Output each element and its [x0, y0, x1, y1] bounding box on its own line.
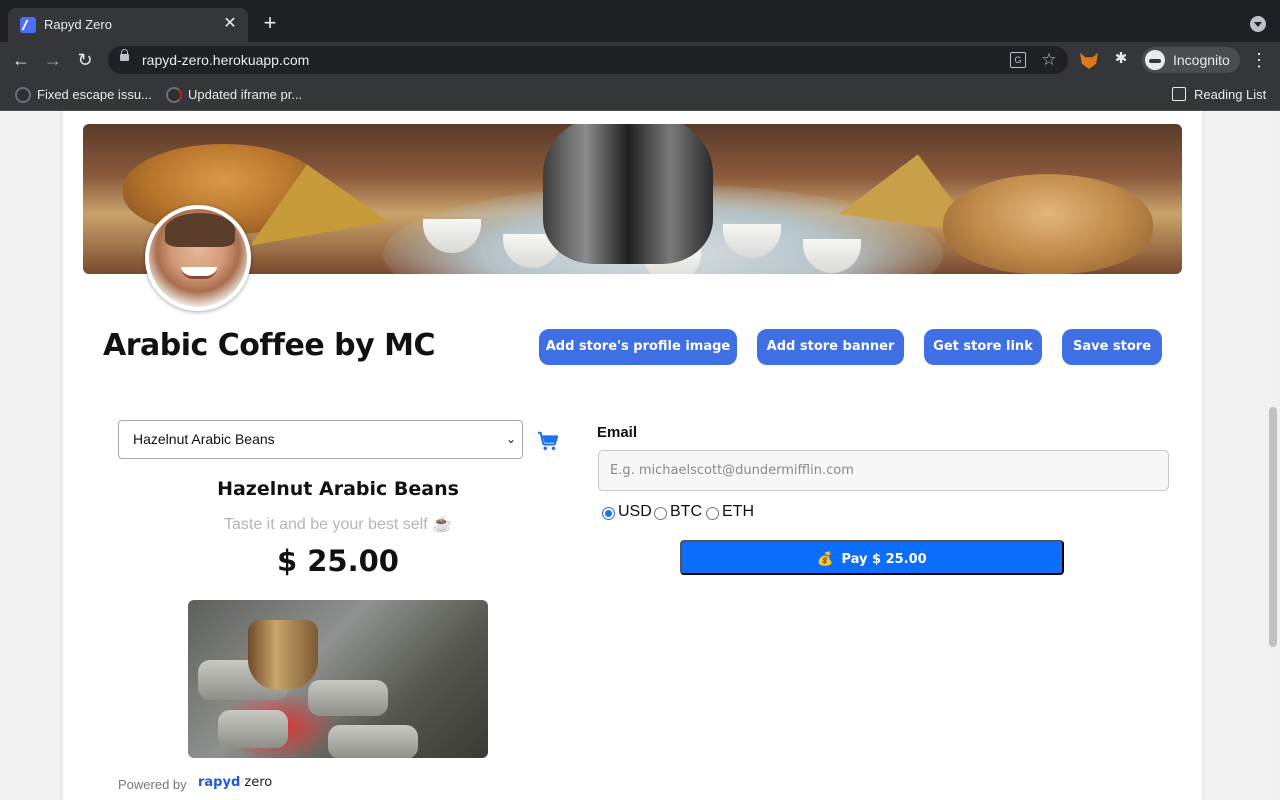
reload-icon[interactable]: ↻ [73, 48, 97, 72]
save-store-button[interactable]: Save store [1062, 329, 1162, 365]
scrollbar-thumb[interactable] [1269, 407, 1277, 647]
banner-nut-bowl [943, 174, 1153, 274]
incognito-label: Incognito [1173, 52, 1230, 68]
logo-product: zero [244, 775, 273, 790]
bookmarks-bar: Fixed escape issu... Updated iframe pr..… [0, 78, 1280, 111]
browser-tab-active[interactable]: Rapyd Zero ✕ [8, 8, 248, 42]
lock-icon[interactable] [120, 49, 129, 61]
product-image-cezve [248, 620, 318, 690]
reading-list-label: Reading List [1194, 87, 1267, 102]
store-profile-avatar [145, 205, 251, 311]
product-price: $ 25.00 [276, 544, 399, 578]
avatar-smile [181, 267, 217, 279]
currency-label: ETH [722, 503, 754, 520]
incognito-profile-button[interactable]: Incognito [1142, 47, 1240, 73]
incognito-icon [1145, 50, 1165, 70]
add-banner-button[interactable]: Add store banner [757, 329, 904, 365]
money-bag-icon: 💰 [817, 552, 834, 567]
github-favicon-icon [166, 87, 182, 103]
bookmark-item[interactable]: Updated iframe pr... [166, 86, 306, 104]
store-card: Arabic Coffee by MC Add store's profile … [63, 111, 1202, 800]
currency-label: BTC [670, 503, 702, 520]
pay-button[interactable]: 💰 Pay $ 25.00 [680, 540, 1064, 575]
product-tagline: Taste it and be your best self ☕ [223, 516, 453, 533]
powered-by: Powered by rapyd zero [118, 775, 272, 792]
product-select[interactable]: Hazelnut Arabic Beans ⌄ [118, 420, 523, 459]
translate-icon[interactable]: G [1010, 52, 1026, 68]
page-scrollbar[interactable] [1266, 111, 1280, 800]
shopping-cart-icon[interactable] [537, 430, 559, 452]
add-profile-image-button[interactable]: Add store's profile image [539, 329, 737, 365]
forward-arrow-icon[interactable]: → [41, 48, 65, 72]
bookmark-item[interactable]: Fixed escape issu... [15, 86, 155, 104]
product-name: Hazelnut Arabic Beans [217, 478, 459, 500]
rapyd-zero-logo[interactable]: rapyd zero [198, 775, 272, 790]
powered-by-label: Powered by [118, 777, 187, 792]
radio-button[interactable] [602, 507, 615, 520]
pay-button-label: Pay $ 25.00 [841, 552, 927, 567]
product-select-value: Hazelnut Arabic Beans [133, 431, 275, 447]
star-icon[interactable]: ☆ [1040, 51, 1058, 69]
address-bar[interactable]: rapyd-zero.herokuapp.com G ☆ [108, 46, 1068, 74]
currency-label: USD [618, 503, 652, 520]
get-store-link-button[interactable]: Get store link [924, 329, 1042, 365]
rapyd-favicon-icon [20, 17, 36, 33]
bookmark-label: Fixed escape issu... [37, 87, 152, 102]
banner-coffee-pot [543, 124, 713, 264]
github-favicon-icon [15, 87, 31, 103]
reading-list-icon [1172, 87, 1186, 101]
browser-tab-strip: Rapyd Zero ✕ + [0, 0, 1280, 42]
new-tab-button[interactable]: + [260, 12, 280, 34]
product-image [188, 600, 488, 758]
tab-title: Rapyd Zero [44, 17, 112, 32]
product-image-coal [218, 710, 288, 748]
product-image-coal [308, 680, 388, 716]
url-text[interactable]: rapyd-zero.herokuapp.com [142, 52, 309, 68]
tab-close-icon[interactable]: ✕ [220, 14, 240, 34]
kebab-menu-icon[interactable]: ⋮ [1250, 48, 1268, 72]
radio-button[interactable] [654, 507, 667, 520]
browser-toolbar: ← → ↻ rapyd-zero.herokuapp.com G ☆ ✱ Inc… [0, 42, 1280, 78]
avatar-hair [165, 213, 235, 247]
email-field[interactable] [598, 450, 1169, 491]
tab-search-icon[interactable] [1250, 16, 1266, 32]
chevron-down-icon: ⌄ [505, 432, 516, 446]
page-viewport: Arabic Coffee by MC Add store's profile … [0, 111, 1280, 800]
puzzle-icon[interactable]: ✱ [1112, 50, 1130, 68]
logo-brand: rapyd [198, 775, 241, 790]
metamask-fox-icon[interactable] [1080, 52, 1098, 69]
bookmark-label: Updated iframe pr... [188, 87, 303, 102]
product-image-coal [328, 725, 418, 758]
back-arrow-icon[interactable]: ← [9, 48, 33, 72]
email-label: Email [597, 424, 638, 441]
store-title: Arabic Coffee by MC [103, 328, 435, 363]
radio-button[interactable] [706, 507, 719, 520]
